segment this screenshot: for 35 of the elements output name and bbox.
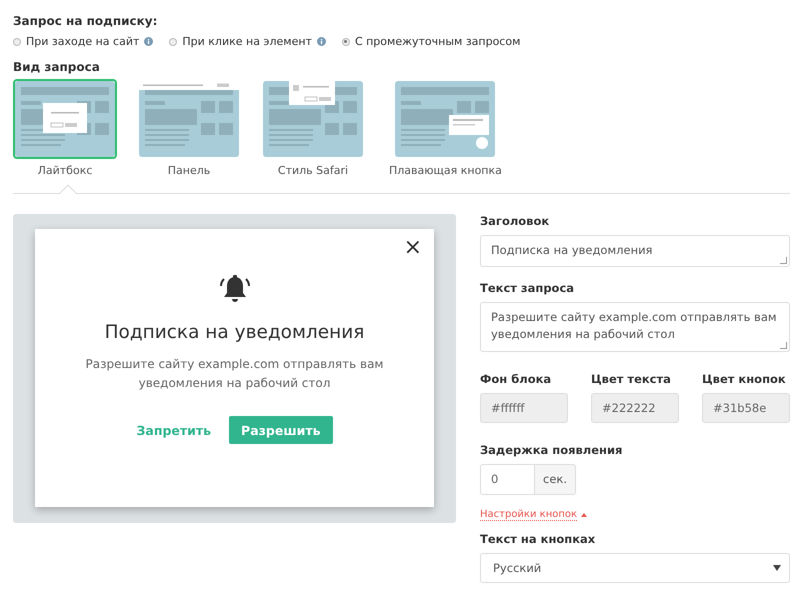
delay-field[interactable]: 0 bbox=[480, 464, 535, 495]
radio-label: При клике на элемент bbox=[182, 35, 312, 48]
language-select[interactable]: Русский bbox=[480, 553, 790, 583]
info-icon[interactable] bbox=[316, 37, 326, 46]
color-field[interactable]: #222222 bbox=[591, 393, 679, 423]
color-field[interactable]: #31b58e bbox=[702, 393, 790, 423]
view-tab[interactable]: Панель bbox=[137, 79, 241, 177]
radio-button[interactable] bbox=[342, 38, 350, 46]
view-tab[interactable]: Лайтбокс bbox=[13, 79, 117, 177]
dialog-text: Разрешите сайту example.com отправлять вам уведомления на рабочий стол bbox=[84, 356, 384, 392]
radio-label: При заходе на сайт bbox=[26, 35, 140, 48]
dialog-title: Подписка на уведомления bbox=[104, 322, 364, 343]
text-field[interactable]: Разрешите сайту example.com отправлять вам уведомления на рабочий стол bbox=[480, 302, 790, 352]
section-title: Вид запроса bbox=[13, 60, 101, 74]
dropdown-arrow-icon bbox=[773, 565, 781, 571]
field-label: Текст запроса bbox=[480, 281, 576, 295]
field-label: Цвет текста bbox=[591, 372, 672, 386]
title-field[interactable]: Подписка на уведомления bbox=[480, 235, 790, 267]
button-settings-link[interactable]: Настройки кнопок bbox=[480, 509, 578, 521]
field-label: Текст на кнопках bbox=[480, 532, 596, 546]
unit-addon: сек. bbox=[535, 464, 576, 495]
view-tab[interactable]: Стиль Safari bbox=[261, 79, 365, 177]
field-label: Задержка появления bbox=[480, 443, 624, 457]
radio-button[interactable] bbox=[169, 38, 178, 46]
close-button[interactable]: × bbox=[402, 237, 424, 259]
caret-icon bbox=[581, 513, 588, 517]
field-label: Цвет кнопок bbox=[702, 372, 787, 386]
field-label: Фон блока bbox=[480, 372, 552, 386]
view-tab[interactable]: Плавающая кнопка bbox=[389, 79, 502, 177]
radio-button[interactable] bbox=[13, 38, 21, 46]
section-title: Запрос на подписку: bbox=[13, 14, 158, 28]
field-label: Заголовок bbox=[480, 214, 550, 228]
color-field[interactable]: #ffffff bbox=[480, 393, 568, 423]
radio-label: С промежуточным запросом bbox=[354, 35, 520, 48]
info-icon[interactable] bbox=[144, 37, 154, 46]
